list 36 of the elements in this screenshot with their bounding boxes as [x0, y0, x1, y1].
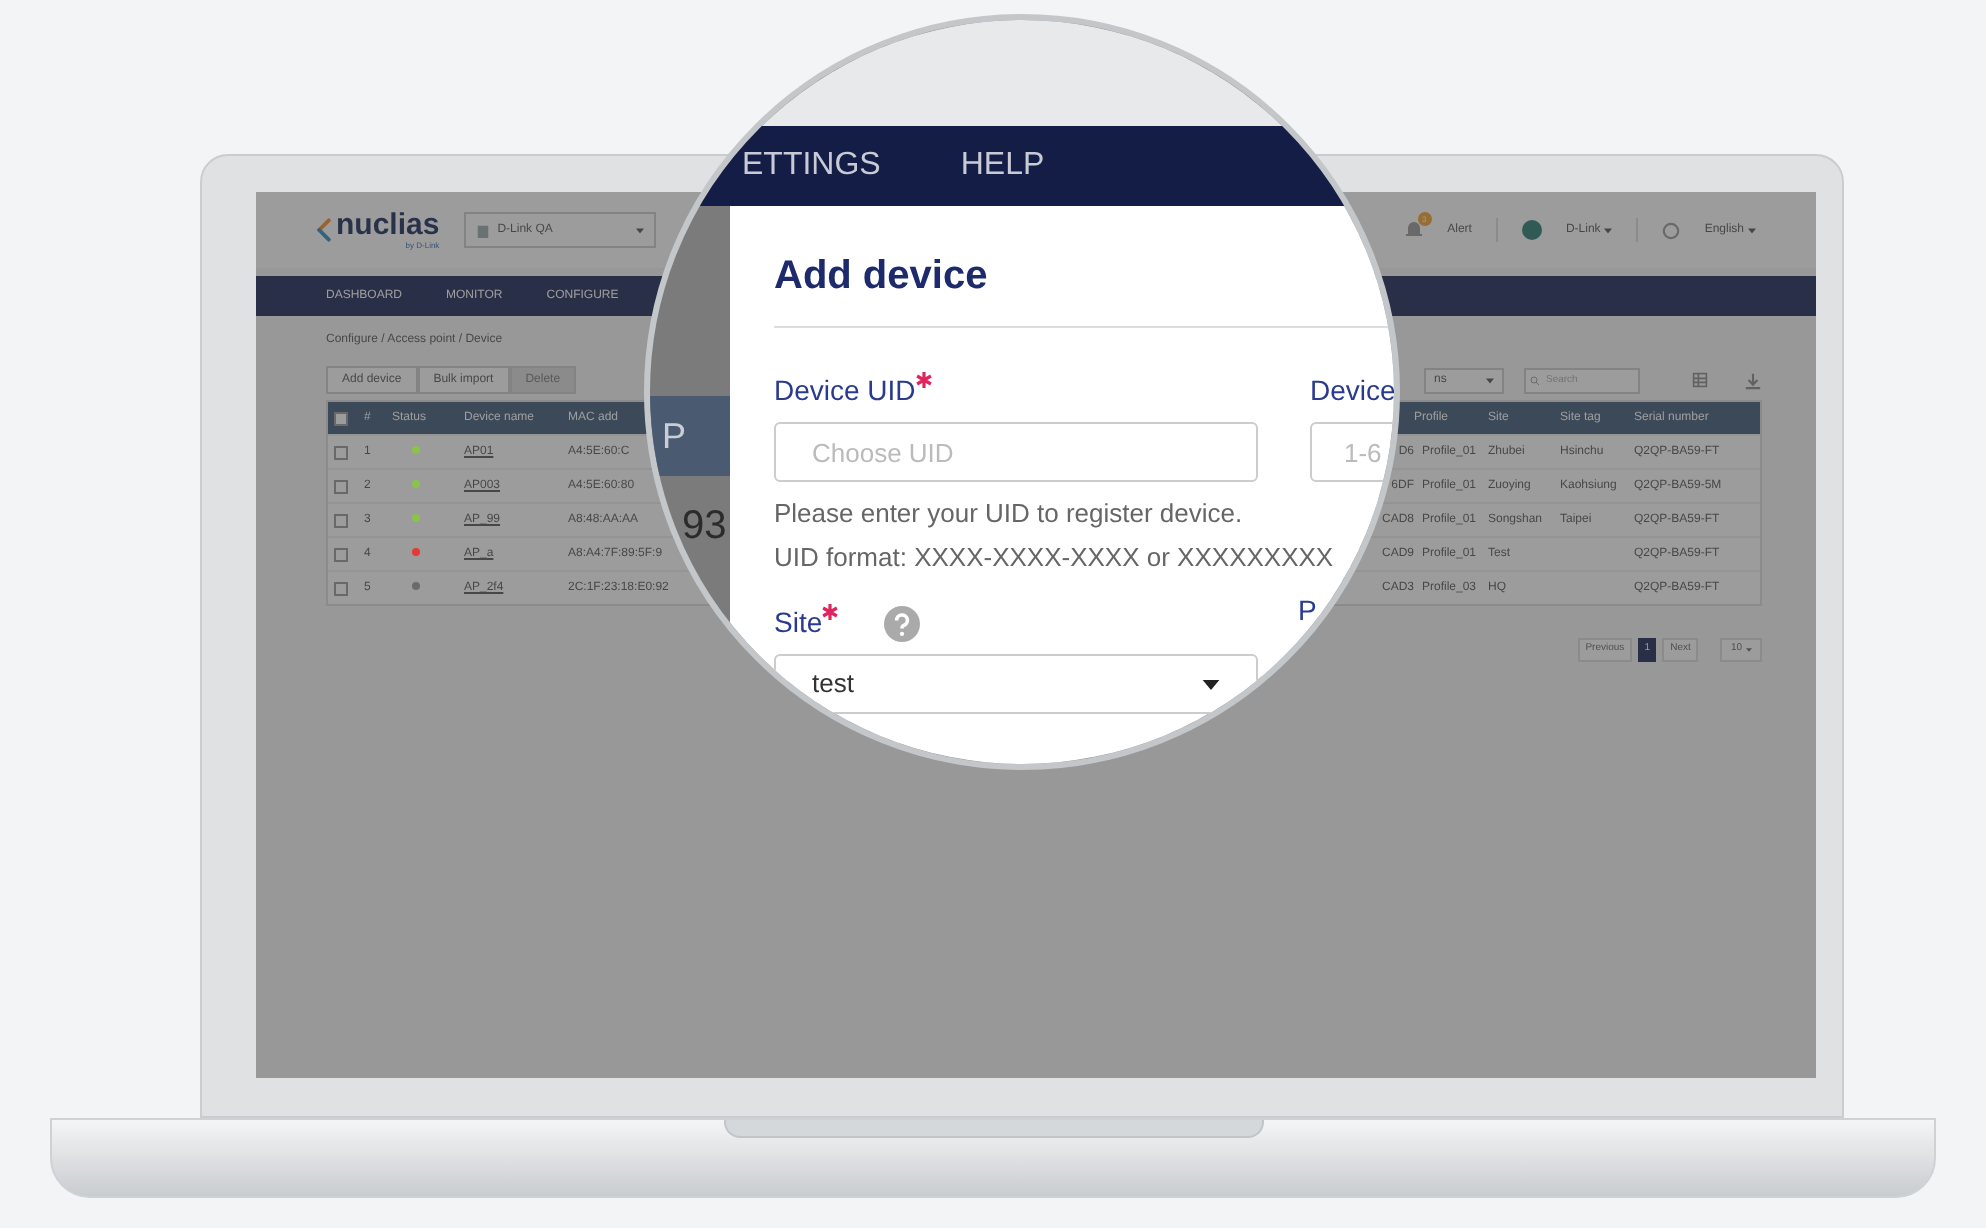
- checkbox[interactable]: [334, 547, 348, 561]
- globe-icon: [1662, 221, 1681, 239]
- caret-icon: [1202, 679, 1220, 689]
- caret-icon: [1486, 377, 1494, 383]
- caret-icon: [1748, 227, 1756, 233]
- field-label: P: [1298, 592, 1317, 630]
- download-icon[interactable]: [1744, 371, 1762, 389]
- help-icon[interactable]: [884, 606, 920, 642]
- field-label: Device: [1310, 372, 1394, 410]
- help-text: Please enter your UID to register device.: [774, 496, 1243, 532]
- uid-input-field[interactable]: Choose UID: [774, 422, 1258, 482]
- column-grid-icon[interactable]: [1692, 372, 1708, 388]
- device-input-field[interactable]: 1-6: [1310, 422, 1394, 482]
- logo-chevron-icon: [316, 218, 332, 242]
- caret-icon: [1746, 648, 1752, 652]
- field-label: Device UID: [774, 370, 932, 412]
- caret-icon: [635, 227, 644, 233]
- building-icon: [475, 223, 490, 237]
- search-icon: [1530, 375, 1540, 385]
- nav-item[interactable]: ETTINGS: [742, 142, 881, 190]
- checkbox[interactable]: [334, 581, 348, 595]
- field-label: Site: [774, 602, 839, 644]
- card-header-text: P: [662, 413, 687, 459]
- checkbox[interactable]: [334, 479, 348, 493]
- help-text: UID format: XXXX-XXXX-XXXX or XXXXXXXXX: [774, 540, 1334, 576]
- site-select[interactable]: test: [774, 654, 1258, 714]
- logo-text: nuclias: [336, 209, 440, 239]
- checkbox[interactable]: [334, 513, 348, 527]
- checkbox[interactable]: [334, 445, 348, 459]
- caret-icon: [1604, 227, 1613, 233]
- dialog-title: Add device: [774, 252, 988, 302]
- nav-item[interactable]: HELP: [960, 142, 1045, 190]
- bell-icon[interactable]: [1403, 220, 1424, 240]
- checkbox[interactable]: [334, 411, 348, 425]
- user-avatar: [1521, 220, 1542, 240]
- card-value: 93: [682, 502, 727, 552]
